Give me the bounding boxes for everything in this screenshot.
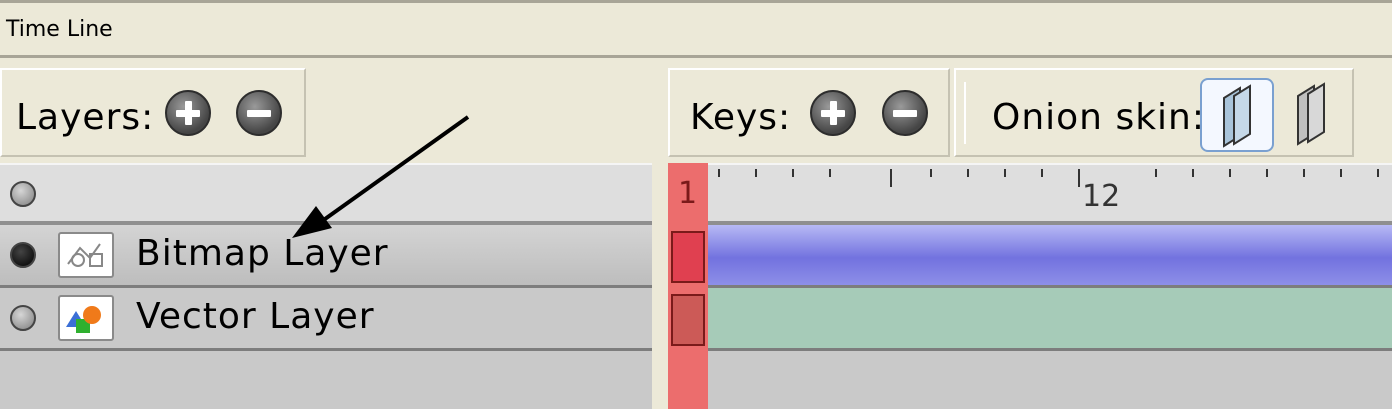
- onion-skin-previous-icon: [1223, 84, 1251, 148]
- keyframe-bitmap[interactable]: [671, 231, 705, 283]
- visibility-toggle-icon[interactable]: [10, 305, 36, 331]
- ruler-label: 12: [1082, 179, 1121, 214]
- onion-skin-next-icon: [1297, 82, 1325, 146]
- layer-list-header: [0, 163, 652, 225]
- remove-layer-button[interactable]: [236, 90, 282, 136]
- remove-key-button[interactable]: [882, 90, 928, 136]
- onion-skin-previous-button[interactable]: [1200, 78, 1274, 152]
- keyframe-vector[interactable]: [671, 294, 705, 346]
- layer-name: Bitmap Layer: [136, 233, 389, 274]
- plus-icon: [185, 101, 192, 125]
- plus-icon: [830, 101, 837, 125]
- onion-skin-next-button[interactable]: [1288, 78, 1338, 152]
- toggle-all-visibility-icon[interactable]: [10, 181, 36, 207]
- layer-row-vector[interactable]: Vector Layer: [0, 288, 652, 351]
- visibility-toggle-icon[interactable]: [10, 242, 36, 268]
- layers-toolbar: Layers:: [0, 68, 306, 157]
- onion-skin-toolbar: Onion skin:: [954, 68, 1354, 157]
- layer-row-bitmap[interactable]: Bitmap Layer: [0, 225, 652, 288]
- frame-track-empty: [668, 351, 1392, 409]
- add-layer-button[interactable]: [165, 90, 211, 136]
- minus-icon: [247, 110, 271, 117]
- panel-splitter[interactable]: [652, 58, 668, 409]
- frame-track-vector[interactable]: [668, 288, 1392, 351]
- layers-label: Layers:: [16, 97, 155, 138]
- layer-name: Vector Layer: [136, 296, 375, 337]
- frame-track-bitmap[interactable]: [668, 225, 1392, 288]
- window-titlebar: Time Line: [0, 0, 1392, 58]
- vector-layer-icon: [58, 295, 114, 341]
- keys-label: Keys:: [690, 97, 792, 138]
- bitmap-layer-icon: [58, 232, 114, 278]
- layer-list-empty-area: [0, 351, 652, 409]
- toolbar-separator: [964, 82, 966, 144]
- onion-skin-label: Onion skin:: [992, 97, 1205, 138]
- current-frame-label: 1: [678, 176, 698, 211]
- window-title: Time Line: [6, 17, 113, 42]
- add-key-button[interactable]: [810, 90, 856, 136]
- keys-toolbar: Keys:: [668, 68, 950, 157]
- minus-icon: [893, 110, 917, 117]
- frame-ruler[interactable]: 12: [668, 163, 1392, 225]
